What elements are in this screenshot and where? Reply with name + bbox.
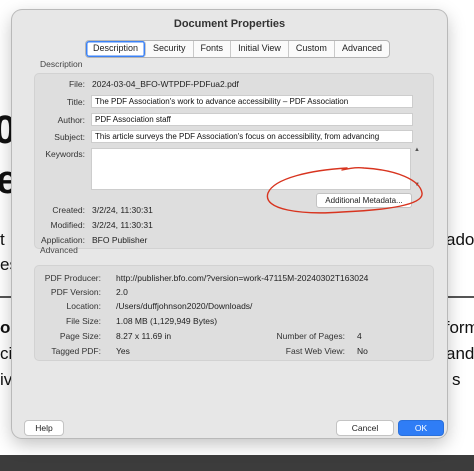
- bg-text-fragment: t: [0, 230, 5, 249]
- created-label: Created:: [52, 205, 85, 215]
- page-size-value: 8.27 x 11.69 in: [116, 331, 172, 341]
- title-field[interactable]: The PDF Association's work to advance ac…: [91, 95, 413, 108]
- bg-text-fragment: and: [446, 344, 474, 363]
- tab-fonts[interactable]: Fonts: [194, 41, 232, 57]
- advanced-heading: Advanced: [40, 245, 78, 255]
- bg-text-fragment: s: [452, 370, 461, 389]
- page-size-label: Page Size:: [59, 331, 101, 341]
- number-of-pages-value: 4: [357, 331, 362, 341]
- tab-custom[interactable]: Custom: [289, 41, 335, 57]
- tab-security[interactable]: Security: [146, 41, 194, 57]
- tab-bar: Description Security Fonts Initial View …: [85, 40, 390, 58]
- file-size-label: File Size:: [66, 316, 101, 326]
- number-of-pages-label: Number of Pages:: [276, 331, 345, 341]
- ok-button[interactable]: OK: [398, 420, 444, 436]
- cancel-button[interactable]: Cancel: [336, 420, 394, 436]
- file-value: 2024-03-04_BFO-WTPDF-PDFua2.pdf: [92, 79, 239, 89]
- author-label: Author:: [57, 115, 85, 125]
- fast-web-view-value: No: [357, 346, 368, 356]
- tab-description[interactable]: Description: [86, 41, 147, 57]
- file-label: File:: [68, 79, 85, 89]
- advanced-group: PDF Producer: http://publisher.bfo.com/?…: [34, 265, 434, 361]
- pdf-producer-value: http://publisher.bfo.com/?version=work-4…: [116, 273, 369, 283]
- bg-text-fragment: ci: [0, 344, 13, 363]
- description-heading: Description: [40, 59, 83, 69]
- scroll-down-icon[interactable]: ▼: [414, 182, 420, 188]
- subject-field[interactable]: This article surveys the PDF Association…: [91, 130, 413, 143]
- dialog-title: Document Properties: [173, 18, 286, 30]
- additional-metadata-button[interactable]: Additional Metadata...: [316, 193, 412, 208]
- application-value: BFO Publisher: [92, 235, 148, 245]
- created-value: 3/2/24, 11:30:31: [92, 205, 153, 215]
- tagged-pdf-value: Yes: [116, 346, 130, 356]
- tab-advanced[interactable]: Advanced: [335, 41, 389, 57]
- keywords-label: Keywords:: [45, 149, 85, 159]
- document-properties-dialog: Document Properties Description Security…: [12, 10, 447, 438]
- tagged-pdf-label: Tagged PDF:: [51, 346, 101, 356]
- scroll-up-icon[interactable]: ▲: [414, 147, 420, 153]
- pdf-version-value: 2.0: [116, 287, 128, 297]
- keywords-field[interactable]: [91, 148, 411, 190]
- subject-label: Subject:: [54, 132, 85, 142]
- pdf-version-label: PDF Version:: [50, 287, 101, 297]
- description-group: File: 2024-03-04_BFO-WTPDF-PDFua2.pdf Ti…: [34, 73, 434, 249]
- help-button[interactable]: Help: [24, 420, 64, 436]
- bg-text-fragment: ado: [446, 230, 474, 249]
- application-label: Application:: [41, 235, 85, 245]
- modified-label: Modified:: [50, 220, 86, 230]
- bg-text-fragment: iv: [0, 370, 13, 389]
- tab-initial-view[interactable]: Initial View: [231, 41, 289, 57]
- title-label: Title:: [66, 97, 85, 107]
- pdf-producer-label: PDF Producer:: [44, 273, 101, 283]
- author-field[interactable]: PDF Association staff: [91, 113, 413, 126]
- location-value: /Users/duffjohnson2020/Downloads/: [116, 301, 253, 311]
- location-label: Location:: [66, 301, 102, 311]
- modified-value: 3/2/24, 11:30:31: [92, 220, 153, 230]
- file-size-value: 1.08 MB (1,129,949 Bytes): [116, 316, 218, 326]
- fast-web-view-label: Fast Web View:: [285, 346, 345, 356]
- bg-dark-strip: [0, 455, 474, 471]
